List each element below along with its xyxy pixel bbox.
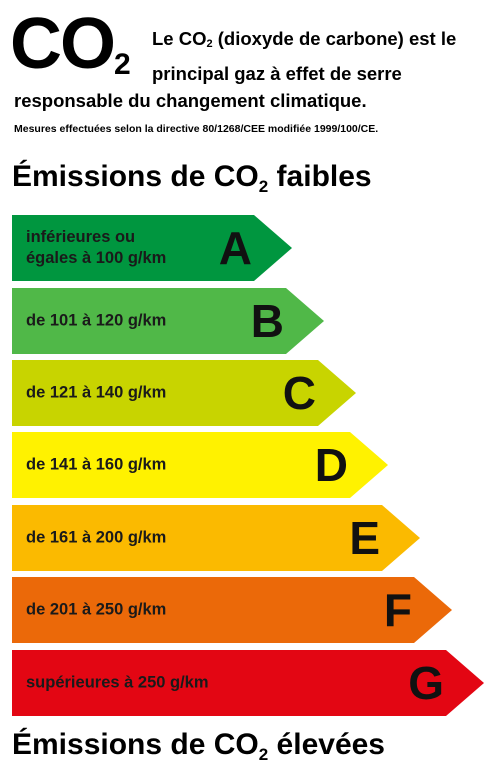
co2-logo: CO2	[10, 4, 131, 84]
heading-high-emissions: Émissions de CO2 élevées	[12, 728, 385, 764]
intro-text: Le CO2 (dioxyde de carbone) est le princ…	[152, 28, 457, 84]
band-d-label: de 141 à 160 g/km	[26, 455, 167, 474]
band-f: de 201 à 250 g/km F	[12, 577, 452, 643]
band-b-letter: B	[250, 295, 284, 347]
band-e: de 161 à 200 g/km E	[12, 505, 420, 571]
directive-note: Mesures effectuées selon la directive 80…	[14, 123, 379, 135]
band-c-letter: C	[282, 367, 316, 419]
band-d: de 141 à 160 g/km D	[12, 432, 388, 498]
band-f-letter: F	[383, 584, 412, 636]
intro-text-line3: responsable du changement climatique.	[14, 90, 367, 111]
band-a: inférieures ou égales à 100 g/km A	[12, 215, 292, 281]
band-a-letter: A	[218, 222, 252, 274]
band-b: de 101 à 120 g/km B	[12, 288, 324, 354]
band-d-letter: D	[314, 439, 348, 491]
band-b-label: de 101 à 120 g/km	[26, 311, 167, 330]
band-f-label: de 201 à 250 g/km	[26, 600, 167, 619]
band-e-letter: E	[349, 512, 380, 564]
band-a-label: inférieures ou égales à 100 g/km	[26, 228, 167, 267]
band-e-label: de 161 à 200 g/km	[26, 528, 167, 547]
band-g-letter: G	[408, 657, 444, 709]
band-g: supérieures à 250 g/km G	[12, 650, 484, 716]
heading-low-emissions: Émissions de CO2 faibles	[12, 160, 372, 196]
band-c-label: de 121 à 140 g/km	[26, 383, 167, 402]
band-g-label: supérieures à 250 g/km	[26, 673, 209, 692]
band-c: de 121 à 140 g/km C	[12, 360, 356, 426]
